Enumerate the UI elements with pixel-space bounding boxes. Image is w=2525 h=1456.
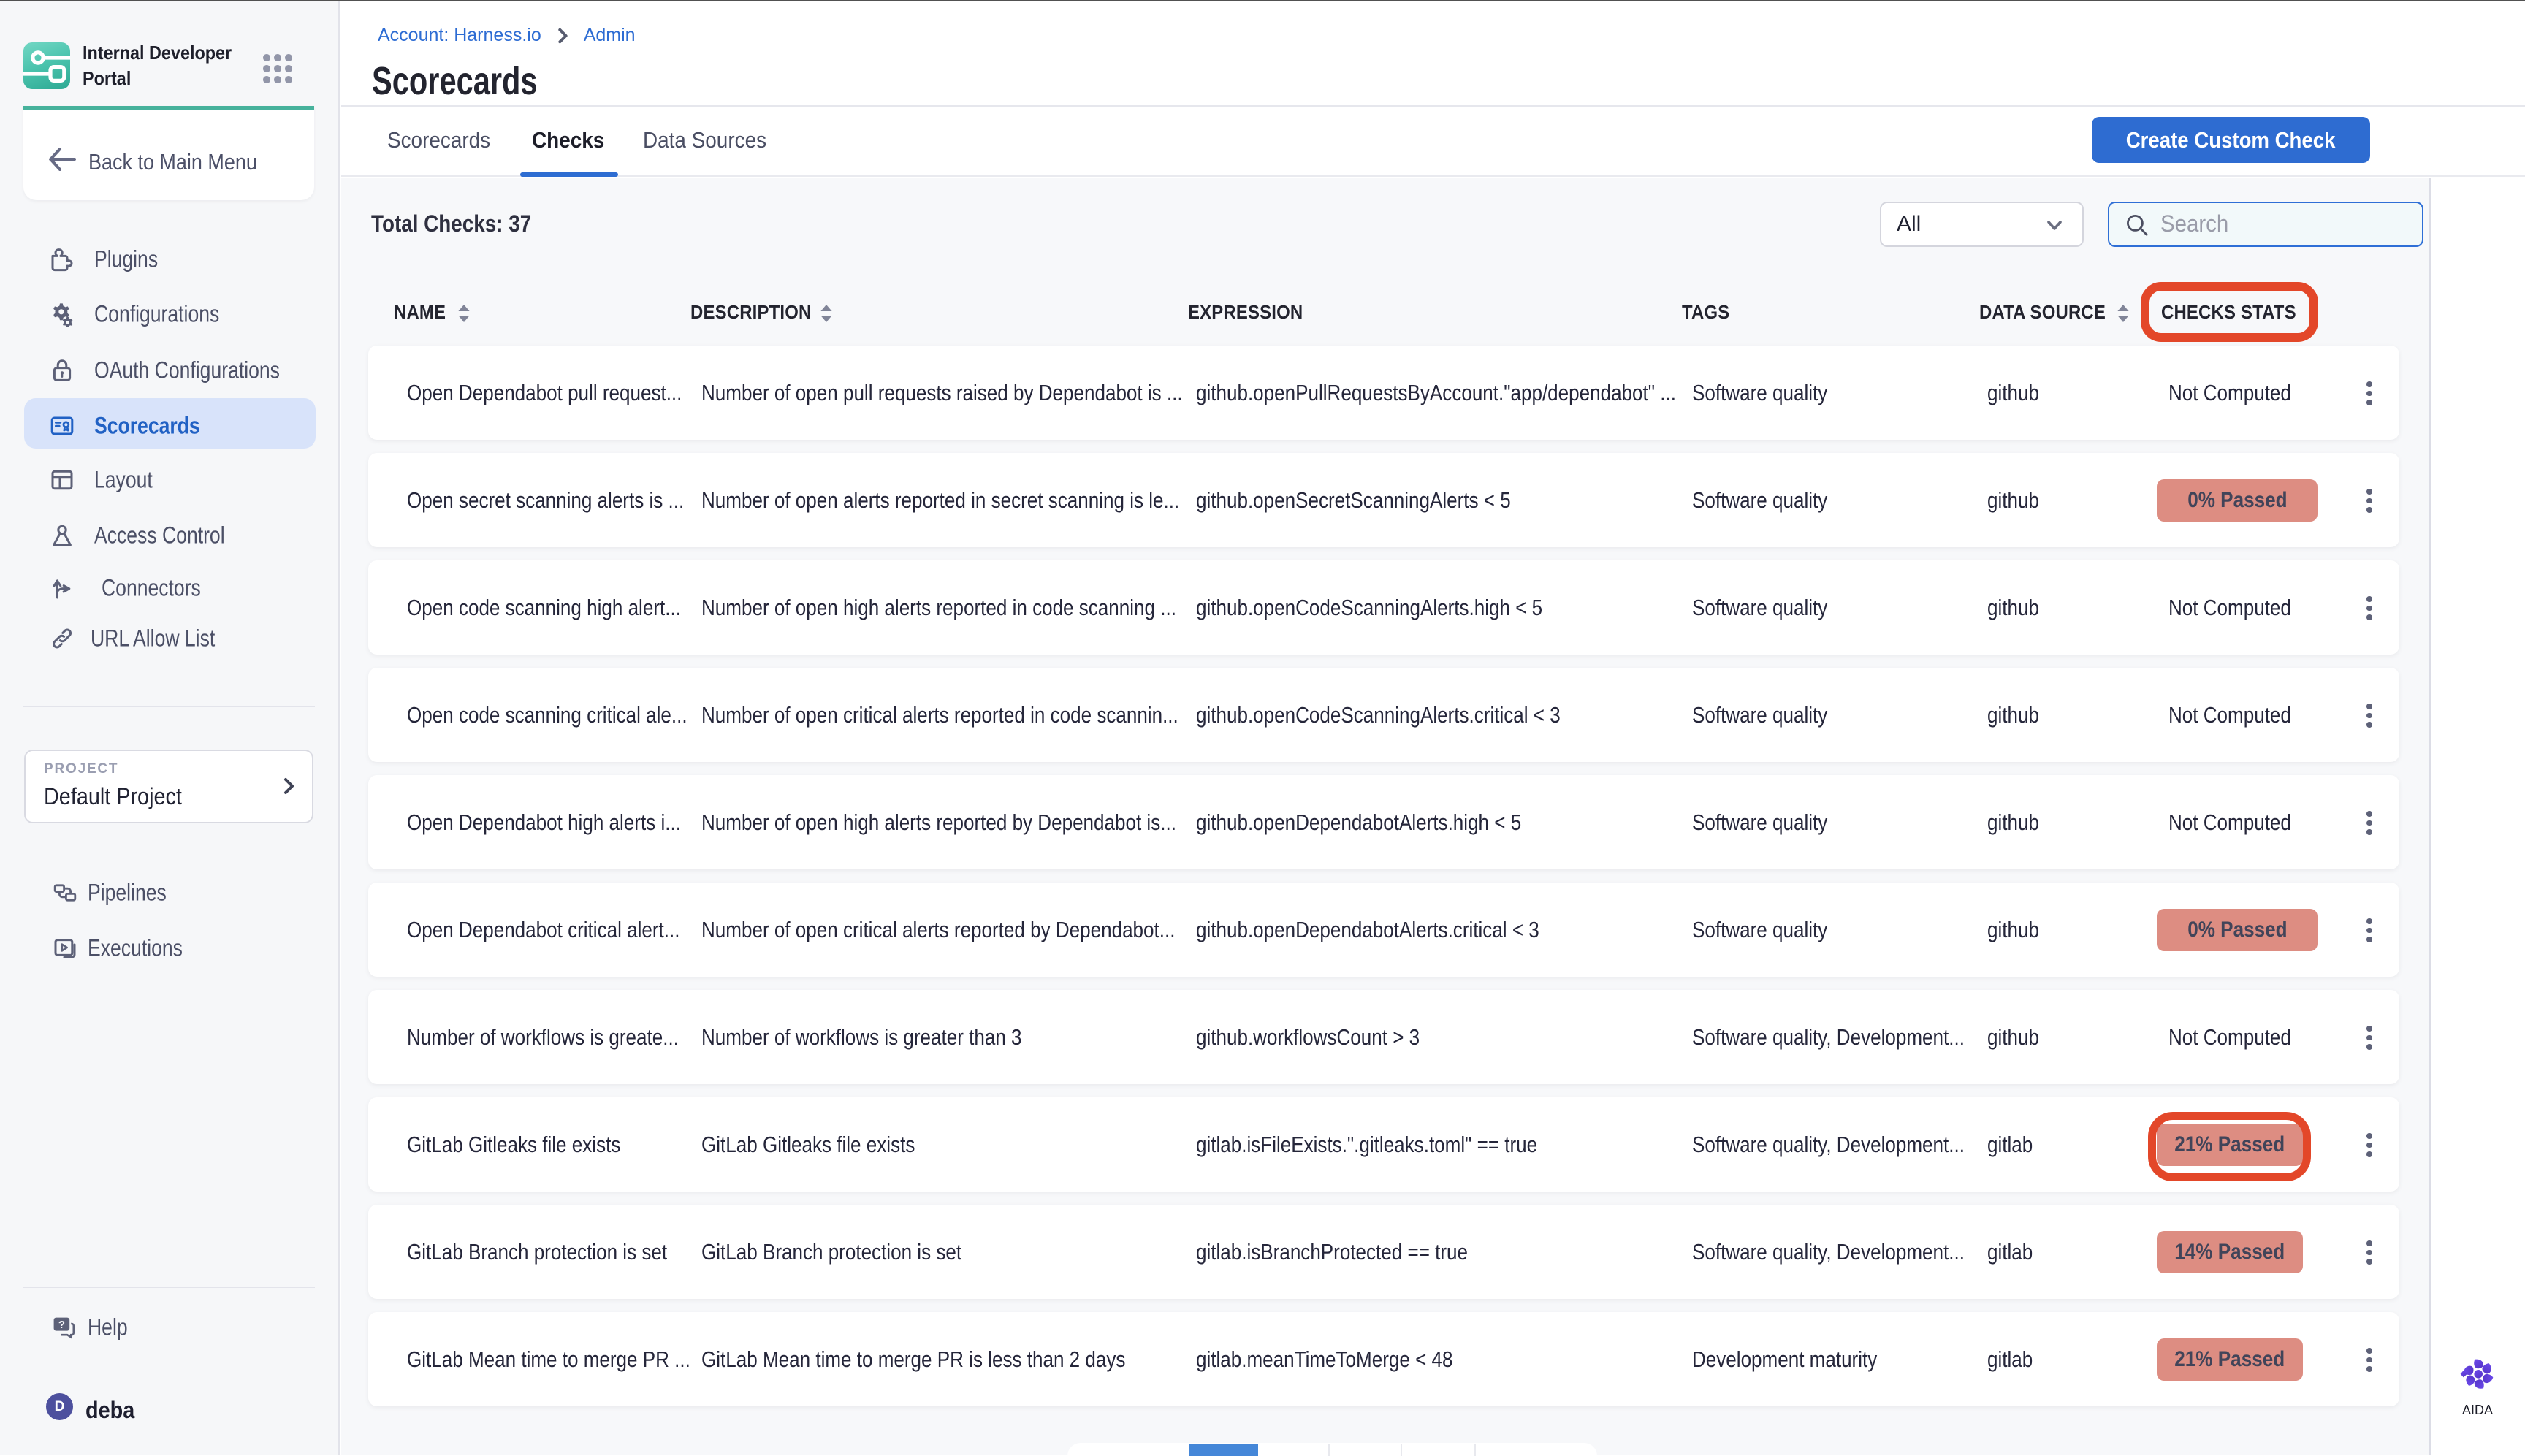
svg-text:?: ? (58, 1319, 65, 1331)
